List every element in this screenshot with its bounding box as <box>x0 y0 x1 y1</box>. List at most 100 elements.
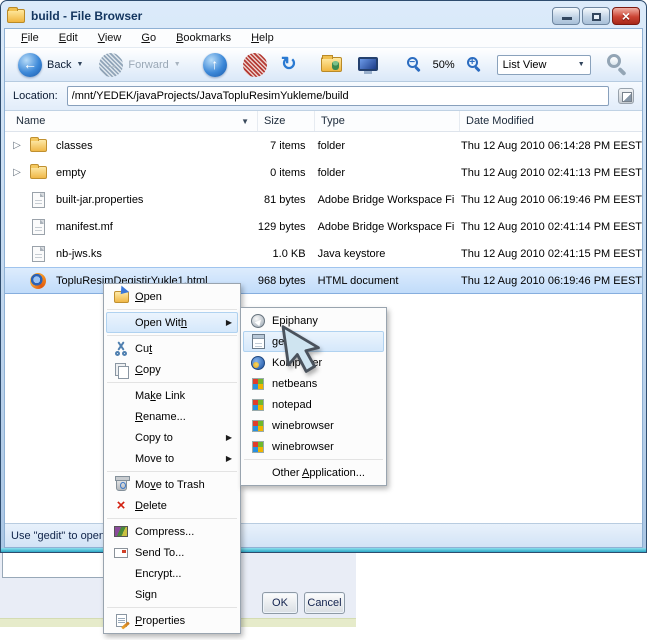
file-row-built-jar-properties[interactable]: built-jar.properties 81 bytes Adobe Brid… <box>5 186 642 213</box>
zoom-out-button[interactable]: − <box>401 54 427 75</box>
forward-button[interactable]: → Forward ▼ <box>94 51 185 79</box>
context-menu-move-to[interactable]: Move to ▶ <box>106 448 238 469</box>
location-input[interactable] <box>66 86 609 106</box>
document-icon <box>31 218 45 235</box>
context-menu-move-to-trash[interactable]: Move to Trash <box>106 474 238 495</box>
back-label: Back <box>47 58 72 71</box>
context-menu-make-link[interactable]: Make Link <box>106 385 238 406</box>
column-name-label: Name <box>16 115 46 127</box>
file-modified: Thu 12 Aug 2010 06:19:46 PM EEST <box>460 193 642 206</box>
context-menu-encrypt[interactable]: Encrypt... <box>106 563 238 584</box>
file-modified: Thu 12 Aug 2010 02:41:15 PM EEST <box>460 247 642 260</box>
file-name: manifest.mf <box>56 220 113 233</box>
context-menu-sign[interactable]: Sign <box>106 584 238 605</box>
expander-icon[interactable]: ▷ <box>5 140 29 151</box>
menu-bookmarks[interactable]: Bookmarks <box>166 30 241 46</box>
windows-app-icon <box>252 419 264 432</box>
context-menu-cut[interactable]: Cut <box>106 338 238 359</box>
menu-go[interactable]: Go <box>131 30 166 46</box>
menu-separator <box>107 471 237 472</box>
reload-button[interactable]: ↻ <box>276 52 302 78</box>
gedit-icon <box>251 334 265 349</box>
context-menu-compress[interactable]: Compress... <box>106 521 238 542</box>
column-size[interactable]: Size <box>258 111 315 131</box>
file-row-manifest-mf[interactable]: manifest.mf 129 bytes Adobe Bridge Works… <box>5 213 642 240</box>
submenu-arrow-icon: ▶ <box>225 318 232 327</box>
restore-button[interactable] <box>582 7 610 25</box>
column-name[interactable]: Name ▼ <box>5 111 258 131</box>
titlebar[interactable]: build - File Browser × <box>4 4 643 28</box>
close-button[interactable]: × <box>612 7 640 25</box>
submenu-notepad[interactable]: notepad <box>243 394 384 415</box>
column-type[interactable]: Type <box>315 111 460 131</box>
context-menu-send-to[interactable]: Send To... <box>106 542 238 563</box>
back-icon: ← <box>18 52 42 77</box>
file-name: classes <box>56 139 93 152</box>
windows-app-icon <box>252 440 264 453</box>
file-row-classes[interactable]: ▷ classes 7 items folder Thu 12 Aug 2010… <box>5 132 642 159</box>
context-menu-properties[interactable]: Properties <box>106 610 238 631</box>
file-row-html-selected[interactable]: TopluResimDegistirYukle1.html 968 bytes … <box>5 267 642 294</box>
status-bar: Use "gedit" to open <box>5 523 642 547</box>
stop-button[interactable] <box>238 51 272 79</box>
back-dropdown-icon[interactable]: ▼ <box>76 61 83 68</box>
file-row-nb-jws-ks[interactable]: nb-jws.ks 1.0 KB Java keystore Thu 12 Au… <box>5 240 642 267</box>
menu-view[interactable]: View <box>88 30 132 46</box>
epiphany-icon <box>251 313 265 328</box>
computer-button[interactable] <box>353 56 383 74</box>
file-size: 968 bytes <box>257 274 306 287</box>
menu-separator <box>107 382 237 383</box>
file-modified: Thu 12 Aug 2010 06:19:46 PM EEST <box>460 274 642 287</box>
forward-dropdown-icon: ▼ <box>173 61 181 68</box>
context-menu-rename[interactable]: Rename... <box>106 406 238 427</box>
location-edit-icon[interactable] <box>618 88 634 104</box>
column-date-modified[interactable]: Date Modified <box>460 111 642 131</box>
window-bottom-edge <box>1 548 646 552</box>
cancel-button[interactable]: Cancel <box>304 592 345 614</box>
minimize-button[interactable] <box>552 7 580 25</box>
delete-icon: × <box>116 496 126 514</box>
context-menu: Open Open With ▶ Cut Copy Make Link Rena… <box>103 283 241 634</box>
file-modified: Thu 12 Aug 2010 06:14:28 PM EEST <box>460 139 642 152</box>
firefox-icon <box>30 272 46 289</box>
restore-icon <box>592 13 601 21</box>
menu-edit[interactable]: Edit <box>49 30 88 46</box>
context-menu-open[interactable]: Open <box>106 286 238 307</box>
file-type: Adobe Bridge Workspace File <box>317 220 455 233</box>
submenu-other-application[interactable]: Other Application... <box>243 462 384 483</box>
context-menu-copy-to[interactable]: Copy to ▶ <box>106 427 238 448</box>
zoom-in-button[interactable]: + <box>461 54 487 75</box>
forward-icon: → <box>99 52 124 77</box>
expander-icon[interactable]: ▷ <box>5 167 29 178</box>
home-button[interactable] <box>316 55 347 74</box>
reload-icon: ↻ <box>280 53 297 75</box>
file-row-empty[interactable]: ▷ empty 0 items folder Thu 12 Aug 2010 0… <box>5 159 642 186</box>
document-icon <box>31 191 45 208</box>
view-mode-dropdown-icon: ▼ <box>577 61 585 68</box>
submenu-winebrowser-2[interactable]: winebrowser <box>243 436 384 457</box>
location-label: Location: <box>13 90 58 102</box>
file-type: folder <box>317 139 346 152</box>
view-mode-select[interactable]: List View ▼ <box>496 54 591 75</box>
up-button[interactable]: ↑ <box>198 51 232 79</box>
context-menu-copy[interactable]: Copy <box>106 359 238 380</box>
minimize-icon <box>562 17 572 20</box>
context-menu-open-with[interactable]: Open With ▶ <box>106 312 238 333</box>
file-size: 7 items <box>270 139 306 152</box>
file-name: empty <box>56 166 86 179</box>
submenu-winebrowser-1[interactable]: winebrowser <box>243 415 384 436</box>
search-button[interactable] <box>605 53 629 77</box>
menu-help[interactable]: Help <box>241 30 284 46</box>
close-icon: × <box>621 8 631 24</box>
menu-separator <box>107 518 237 519</box>
windows-app-icon <box>252 377 264 390</box>
back-button[interactable]: ← Back ▼ <box>13 51 88 79</box>
context-menu-delete[interactable]: × Delete <box>106 495 238 516</box>
ok-button[interactable]: OK <box>262 592 298 614</box>
folder-icon <box>29 164 47 179</box>
folder-icon <box>29 137 47 152</box>
file-type: Java keystore <box>317 247 386 260</box>
location-bar: Location: <box>5 82 642 111</box>
envelope-icon <box>114 547 128 558</box>
menu-file[interactable]: File <box>11 30 49 46</box>
